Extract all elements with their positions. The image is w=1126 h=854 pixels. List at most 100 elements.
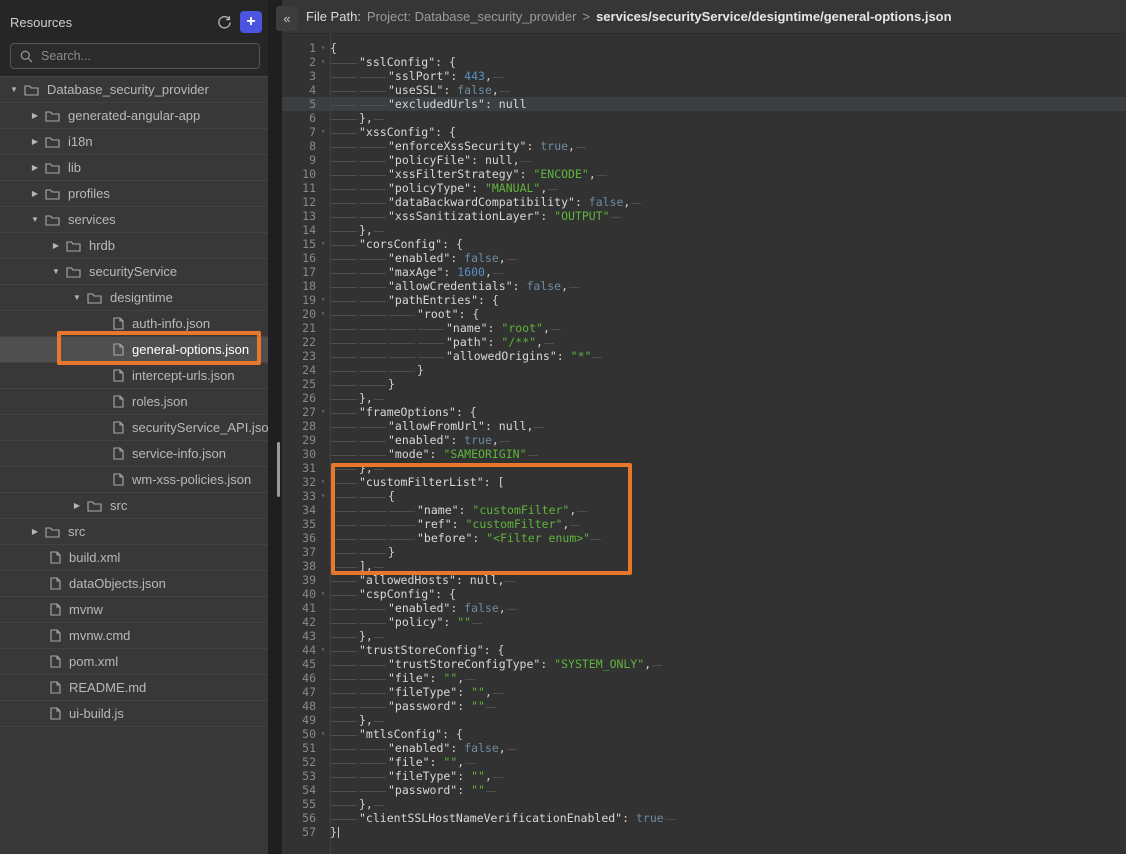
code-line-42[interactable]: 42"policy": "" <box>282 615 1126 629</box>
chevron-collapsed-icon[interactable]: ▶ <box>29 137 41 146</box>
code-line-53[interactable]: 53"fileType": "", <box>282 769 1126 783</box>
tree-item-intercept-urls-json[interactable]: intercept-urls.json <box>0 363 268 389</box>
tree-item-ui-build-js[interactable]: ui-build.js <box>0 701 268 727</box>
code-line-47[interactable]: 47"fileType": "", <box>282 685 1126 699</box>
code-line-37[interactable]: 37} <box>282 545 1126 559</box>
code-line-36[interactable]: 36"before": "<Filter enum>" <box>282 531 1126 545</box>
code-line-6[interactable]: 6}, <box>282 111 1126 125</box>
code-line-35[interactable]: 35"ref": "customFilter", <box>282 517 1126 531</box>
tree-item-securityservice-api-json[interactable]: securityService_API.json <box>0 415 268 441</box>
fold-arrow-icon[interactable]: ▾ <box>316 55 330 69</box>
tree-item-dataobjects-json[interactable]: dataObjects.json <box>0 571 268 597</box>
tree-item-wm-xss-policies-json[interactable]: wm-xss-policies.json <box>0 467 268 493</box>
fold-arrow-icon[interactable]: ▾ <box>316 643 330 657</box>
fold-arrow-icon[interactable]: ▾ <box>316 727 330 741</box>
fold-arrow-icon[interactable]: ▾ <box>316 475 330 489</box>
chevron-expanded-icon[interactable]: ▼ <box>29 215 41 224</box>
code-line-44[interactable]: 44▾"trustStoreConfig": { <box>282 643 1126 657</box>
code-line-16[interactable]: 16"enabled": false, <box>282 251 1126 265</box>
code-line-29[interactable]: 29"enabled": true, <box>282 433 1126 447</box>
code-line-26[interactable]: 26}, <box>282 391 1126 405</box>
tree-item-readme-md[interactable]: README.md <box>0 675 268 701</box>
code-line-20[interactable]: 20▾"root": { <box>282 307 1126 321</box>
chevron-collapsed-icon[interactable]: ▶ <box>71 501 83 510</box>
code-line-3[interactable]: 3"sslPort": 443, <box>282 69 1126 83</box>
tree-item-pom-xml[interactable]: pom.xml <box>0 649 268 675</box>
code-line-17[interactable]: 17"maxAge": 1600, <box>282 265 1126 279</box>
code-line-21[interactable]: 21"name": "root", <box>282 321 1126 335</box>
code-line-38[interactable]: 38], <box>282 559 1126 573</box>
tree-item-services[interactable]: ▼services <box>0 207 268 233</box>
fold-arrow-icon[interactable]: ▾ <box>316 293 330 307</box>
code-line-2[interactable]: 2▾"sslConfig": { <box>282 55 1126 69</box>
code-line-31[interactable]: 31}, <box>282 461 1126 475</box>
code-line-45[interactable]: 45"trustStoreConfigType": "SYSTEM_ONLY", <box>282 657 1126 671</box>
code-line-55[interactable]: 55}, <box>282 797 1126 811</box>
tree-item-i18n[interactable]: ▶i18n <box>0 129 268 155</box>
code-line-43[interactable]: 43}, <box>282 629 1126 643</box>
code-line-39[interactable]: 39"allowedHosts": null, <box>282 573 1126 587</box>
tree-item-hrdb[interactable]: ▶hrdb <box>0 233 268 259</box>
tree-item-profiles[interactable]: ▶profiles <box>0 181 268 207</box>
code-line-14[interactable]: 14}, <box>282 223 1126 237</box>
code-line-5[interactable]: 5"excludedUrls": null <box>282 97 1126 111</box>
fold-arrow-icon[interactable]: ▾ <box>316 307 330 321</box>
code-line-41[interactable]: 41"enabled": false, <box>282 601 1126 615</box>
code-line-9[interactable]: 9"policyFile": null, <box>282 153 1126 167</box>
code-line-8[interactable]: 8"enforceXssSecurity": true, <box>282 139 1126 153</box>
code-line-12[interactable]: 12"dataBackwardCompatibility": false, <box>282 195 1126 209</box>
code-line-52[interactable]: 52"file": "", <box>282 755 1126 769</box>
code-line-28[interactable]: 28"allowFromUrl": null, <box>282 419 1126 433</box>
code-line-15[interactable]: 15▾"corsConfig": { <box>282 237 1126 251</box>
chevron-collapsed-icon[interactable]: ▶ <box>29 189 41 198</box>
sidebar-scrollbar-thumb[interactable] <box>277 442 280 497</box>
code-line-56[interactable]: 56"clientSSLHostNameVerificationEnabled"… <box>282 811 1126 825</box>
tree-item-auth-info-json[interactable]: auth-info.json <box>0 311 268 337</box>
code-line-48[interactable]: 48"password": "" <box>282 699 1126 713</box>
tree-item-build-xml[interactable]: build.xml <box>0 545 268 571</box>
code-line-32[interactable]: 32▾"customFilterList": [ <box>282 475 1126 489</box>
chevron-collapsed-icon[interactable]: ▶ <box>29 527 41 536</box>
chevron-expanded-icon[interactable]: ▼ <box>50 267 62 276</box>
code-area[interactable]: 1▾{2▾"sslConfig": {3"sslPort": 443,4"use… <box>282 34 1126 839</box>
chevron-collapsed-icon[interactable]: ▶ <box>29 111 41 120</box>
chevron-expanded-icon[interactable]: ▼ <box>8 85 20 94</box>
fold-arrow-icon[interactable]: ▾ <box>316 405 330 419</box>
code-line-57[interactable]: 57} <box>282 825 1126 839</box>
code-line-18[interactable]: 18"allowCredentials": false, <box>282 279 1126 293</box>
code-line-4[interactable]: 4"useSSL": false, <box>282 83 1126 97</box>
code-line-23[interactable]: 23"allowedOrigins": "*" <box>282 349 1126 363</box>
tree-item-src[interactable]: ▶src <box>0 519 268 545</box>
chevron-collapsed-icon[interactable]: ▶ <box>29 163 41 172</box>
code-line-1[interactable]: 1▾{ <box>282 41 1126 55</box>
code-line-51[interactable]: 51"enabled": false, <box>282 741 1126 755</box>
code-line-22[interactable]: 22"path": "/**", <box>282 335 1126 349</box>
fold-arrow-icon[interactable]: ▾ <box>316 489 330 503</box>
code-line-40[interactable]: 40▾"cspConfig": { <box>282 587 1126 601</box>
code-line-54[interactable]: 54"password": "" <box>282 783 1126 797</box>
code-line-46[interactable]: 46"file": "", <box>282 671 1126 685</box>
code-line-27[interactable]: 27▾"frameOptions": { <box>282 405 1126 419</box>
chevron-expanded-icon[interactable]: ▼ <box>71 293 83 302</box>
tree-item-securityservice[interactable]: ▼securityService <box>0 259 268 285</box>
search-input[interactable] <box>10 43 260 69</box>
code-line-19[interactable]: 19▾"pathEntries": { <box>282 293 1126 307</box>
tree-item-roles-json[interactable]: roles.json <box>0 389 268 415</box>
tree-item-lib[interactable]: ▶lib <box>0 155 268 181</box>
chevron-collapsed-icon[interactable]: ▶ <box>50 241 62 250</box>
fold-arrow-icon[interactable]: ▾ <box>316 587 330 601</box>
fold-arrow-icon[interactable]: ▾ <box>316 237 330 251</box>
tree-item-service-info-json[interactable]: service-info.json <box>0 441 268 467</box>
code-line-11[interactable]: 11"policyType": "MANUAL", <box>282 181 1126 195</box>
code-line-24[interactable]: 24} <box>282 363 1126 377</box>
tree-item-designtime[interactable]: ▼designtime <box>0 285 268 311</box>
refresh-button[interactable] <box>213 11 235 33</box>
code-line-10[interactable]: 10"xssFilterStrategy": "ENCODE", <box>282 167 1126 181</box>
code-line-33[interactable]: 33▾{ <box>282 489 1126 503</box>
code-line-13[interactable]: 13"xssSanitizationLayer": "OUTPUT" <box>282 209 1126 223</box>
collapse-sidebar-button[interactable]: « <box>276 6 298 31</box>
code-line-7[interactable]: 7▾"xssConfig": { <box>282 125 1126 139</box>
code-line-25[interactable]: 25} <box>282 377 1126 391</box>
tree-item-mvnw[interactable]: mvnw <box>0 597 268 623</box>
code-line-34[interactable]: 34"name": "customFilter", <box>282 503 1126 517</box>
